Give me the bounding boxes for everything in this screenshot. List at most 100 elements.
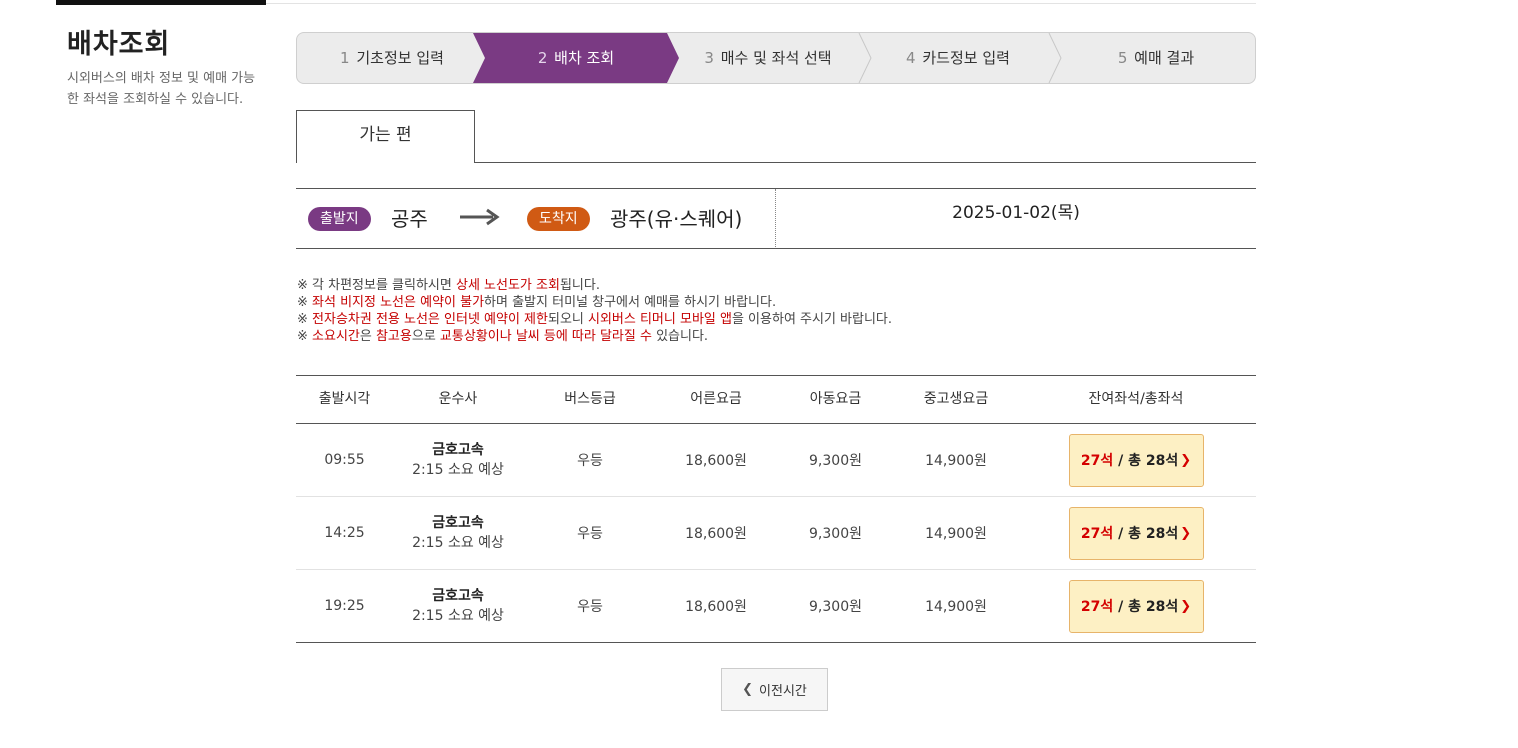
departure-name: 공주 (391, 207, 428, 231)
table-row[interactable]: 14:25 금호고속 2:15 소요 예상 우등 18,600원 9,300원 … (296, 497, 1256, 570)
notice-text: 은 (359, 329, 376, 344)
notice-text: ※ (297, 312, 313, 327)
step-1: 1 기초정보 입력 (297, 33, 487, 83)
duration: 2:15 소요 예상 (412, 535, 504, 551)
header-company: 운수사 (438, 391, 478, 407)
seat-cell: 27석 / 총 28석 ❯ (1016, 570, 1256, 642)
notice-list: ※ 각 차편정보를 클릭하시면 상세 노선도가 조회됩니다. ※ 좌석 비지정 노… (297, 277, 892, 345)
header-student-fare: 중고생요금 (923, 391, 989, 407)
notice-line: ※ 소요시간은 참고용으로 교통상황이나 날씨 등에 따라 달라질 수 있습니다… (297, 328, 892, 345)
page-title: 배차조회 (67, 29, 171, 60)
company-name: 금호고속 (432, 588, 484, 604)
step-number: 4 (906, 49, 916, 67)
child-fare: 9,300원 (809, 526, 862, 542)
company-cell: 금호고속 2:15 소요 예상 (393, 570, 523, 642)
total-seats: / 총 28석 (1118, 453, 1179, 469)
arrow-right-icon (460, 208, 500, 226)
notice-highlight: 시외버스 티머니 모바일 앱 (588, 312, 732, 327)
previous-time-label: 이전시간 (759, 684, 807, 699)
departure-time: 09:55 (324, 452, 365, 468)
step-label: 배차 조회 (554, 49, 615, 67)
student-fare: 14,900원 (925, 599, 987, 615)
notice-text: 있습니다. (651, 329, 709, 344)
table-row[interactable]: 09:55 금호고속 2:15 소요 예상 우등 18,600원 9,300원 … (296, 424, 1256, 497)
notice-highlight: 소요시간 (312, 329, 360, 344)
seat-cell: 27석 / 총 28석 ❯ (1016, 497, 1256, 569)
arrival-name: 광주(유·스퀘어) (610, 207, 743, 231)
step-3: 3 매수 및 좌석 선택 (671, 33, 865, 83)
header-child-fare: 아동요금 (809, 391, 862, 407)
header-seats: 잔여좌석/총좌석 (1088, 391, 1184, 407)
notice-line: ※ 좌석 비지정 노선은 예약이 불가하며 출발지 터미널 창구에서 예매를 하… (297, 294, 892, 311)
schedule-table: 출발시각 운수사 버스등급 어른요금 아동요금 중고생요금 잔여좌석/총좌석 0… (296, 375, 1256, 643)
header-adult-fare: 어른요금 (690, 391, 742, 407)
step-2-active: 2 배차 조회 (483, 33, 669, 83)
child-fare: 9,300원 (809, 599, 862, 615)
header-departure-time: 출발시각 (318, 391, 371, 407)
departure-badge: 출발지 (308, 207, 371, 231)
child-fare: 9,300원 (809, 453, 862, 469)
step-number: 3 (704, 49, 714, 67)
company-cell: 금호고속 2:15 소요 예상 (393, 497, 523, 569)
notice-text: 을 이용하여 주시기 바랍니다. (731, 312, 893, 327)
duration: 2:15 소요 예상 (412, 608, 504, 624)
departure-time: 19:25 (324, 598, 365, 614)
table-row[interactable]: 19:25 금호고속 2:15 소요 예상 우등 18,600원 9,300원 … (296, 570, 1256, 642)
adult-fare: 18,600원 (685, 599, 747, 615)
header-bus-grade: 버스등급 (564, 391, 616, 407)
step-number: 5 (1117, 49, 1128, 67)
student-fare: 14,900원 (925, 453, 987, 469)
select-seat-button[interactable]: 27석 / 총 28석 ❯ (1068, 506, 1204, 560)
notice-highlight: 전자승차권 전용 노선은 인터넷 예약이 제한 (312, 312, 548, 327)
company-name: 금호고속 (432, 515, 484, 531)
step-number: 2 (537, 49, 548, 67)
departure-time: 14:25 (324, 525, 365, 541)
notice-text: ※ 각 차편정보를 클릭하시면 (297, 278, 456, 293)
company-cell: 금호고속 2:15 소요 예상 (393, 424, 523, 496)
total-seats: / 총 28석 (1118, 526, 1179, 542)
step-label: 예매 결과 (1134, 49, 1195, 67)
bus-grade: 우등 (577, 599, 603, 615)
previous-time-button[interactable]: ❮ 이전시간 (721, 668, 828, 711)
chevron-right-icon: ❯ (1180, 525, 1192, 541)
notice-text: 됩니다. (559, 278, 600, 293)
seat-cell: 27석 / 총 28석 ❯ (1016, 424, 1256, 496)
remaining-seats: 27석 (1080, 453, 1114, 469)
notice-line: ※ 각 차편정보를 클릭하시면 상세 노선도가 조회됩니다. (297, 277, 892, 294)
step-label: 매수 및 좌석 선택 (720, 49, 832, 67)
select-seat-button[interactable]: 27석 / 총 28석 ❯ (1068, 579, 1204, 633)
notice-line: ※ 전자승차권 전용 노선은 인터넷 예약이 제한되오니 시외버스 티머니 모바… (297, 311, 892, 328)
step-number: 1 (340, 49, 350, 67)
travel-date: 2025-01-02(목) (952, 203, 1080, 223)
notice-highlight: 참고용 (375, 329, 412, 344)
notice-text: 하며 출발지 터미널 창구에서 예매를 하시기 바랍니다. (484, 295, 777, 310)
student-fare: 14,900원 (925, 526, 987, 542)
bus-grade: 우등 (577, 453, 603, 469)
tab-outbound[interactable]: 가는 편 (296, 110, 475, 163)
notice-text: 되오니 (547, 312, 588, 327)
top-accent-bar (56, 0, 266, 5)
notice-highlight: 좌석 비지정 노선은 예약이 불가 (312, 295, 485, 310)
bus-grade: 우등 (577, 526, 603, 542)
adult-fare: 18,600원 (685, 526, 747, 542)
step-label: 카드정보 입력 (922, 49, 1010, 67)
notice-text: ※ (297, 329, 313, 344)
page-description: 시외버스의 배차 정보 및 예매 가능한 좌석을 조회하실 수 있습니다. (67, 71, 256, 107)
notice-highlight: 상세 노선도가 조회 (455, 278, 560, 293)
remaining-seats: 27석 (1080, 599, 1114, 615)
remaining-seats: 27석 (1080, 526, 1114, 542)
notice-text: 으로 (411, 329, 440, 344)
route-summary: 출발지 공주 도착지 광주(유·스퀘어) 2025-01-02(목) (296, 188, 1256, 249)
company-name: 금호고속 (432, 442, 484, 458)
chevron-left-icon: ❮ (742, 682, 754, 697)
duration: 2:15 소요 예상 (412, 462, 504, 478)
select-seat-button[interactable]: 27석 / 총 28석 ❯ (1068, 433, 1204, 487)
total-seats: / 총 28석 (1118, 599, 1179, 615)
step-label: 기초정보 입력 (356, 49, 444, 67)
chevron-right-icon: ❯ (1180, 452, 1192, 468)
chevron-right-icon: ❯ (1180, 598, 1192, 614)
notice-text: ※ (297, 295, 313, 310)
notice-highlight: 교통상황이나 날씨 등에 따라 달라질 수 (439, 329, 652, 344)
booking-steps: 1 기초정보 입력 2 배차 조회 3 매수 및 좌석 선택 4 카드정보 입력… (296, 32, 1256, 84)
step-5: 5 예매 결과 (1057, 33, 1255, 83)
